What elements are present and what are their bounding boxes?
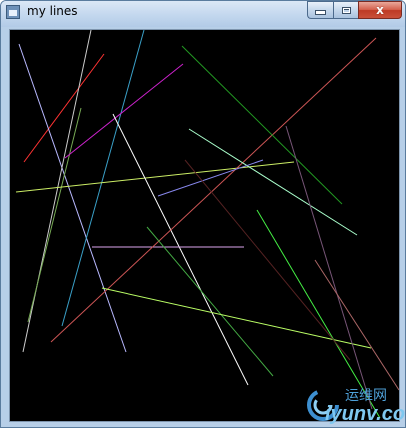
- app-window: my lines x 运维网 iyunv.com: [0, 0, 406, 428]
- drawn-line-5: [61, 30, 145, 327]
- lines-drawing: [15, 30, 399, 419]
- title-bar[interactable]: my lines x: [1, 1, 405, 27]
- drawn-line-18: [314, 259, 399, 391]
- minimize-icon: [315, 10, 326, 15]
- drawn-line-3: [22, 30, 92, 353]
- drawn-line-11: [181, 45, 343, 205]
- maximize-icon: [341, 6, 351, 14]
- drawn-line-6: [64, 63, 184, 159]
- drawn-line-15: [101, 287, 372, 349]
- drawn-line-1: [23, 53, 105, 163]
- watermark-top-text: 运维网: [345, 388, 387, 404]
- watermark-bottom-text: iyunv.com: [325, 403, 406, 425]
- drawn-line-17: [285, 125, 373, 410]
- drawn-line-12: [188, 128, 358, 236]
- watermark-logo: 运维网 iyunv.com: [301, 381, 405, 427]
- close-icon: x: [376, 3, 384, 17]
- drawn-line-4: [27, 107, 82, 323]
- drawn-line-19: [184, 159, 351, 361]
- drawn-line-8: [112, 113, 249, 386]
- drawing-canvas[interactable]: [9, 29, 400, 422]
- drawn-line-14: [146, 226, 274, 377]
- minimize-button[interactable]: [307, 1, 333, 19]
- drawn-line-2: [18, 43, 127, 353]
- close-button[interactable]: x: [358, 1, 402, 19]
- window-title: my lines: [27, 4, 78, 18]
- app-icon[interactable]: [6, 5, 20, 19]
- caption-buttons: x: [307, 1, 402, 20]
- maximize-button[interactable]: [333, 1, 358, 19]
- drawn-line-7: [15, 161, 295, 193]
